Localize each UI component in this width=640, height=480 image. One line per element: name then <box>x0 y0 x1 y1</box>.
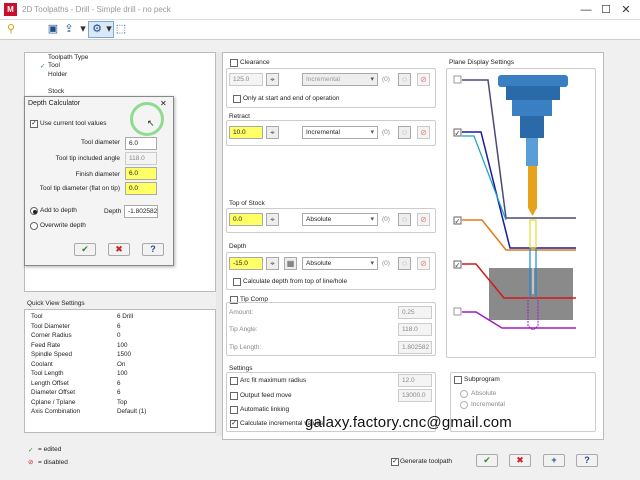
retract-group <box>226 120 436 146</box>
table-row: Axis Combination Default (1) <box>29 407 148 417</box>
clearance-group <box>226 68 436 108</box>
tool-diameter-label: Tool diameter <box>80 139 120 146</box>
settings-title: Settings <box>229 365 253 372</box>
tip-comp-group <box>226 302 436 356</box>
finish-diameter-label: Finish diameter <box>75 171 120 178</box>
depth-group <box>226 252 436 290</box>
clearance-checkbox[interactable] <box>230 59 238 67</box>
quick-view-value: 1500 <box>117 351 132 359</box>
plane-display-group <box>446 68 596 358</box>
table-row: Spindle Speed 1500 <box>29 350 148 360</box>
quick-view-key: Cplane / Tplane <box>31 398 76 406</box>
table-row: Cplane / Tplane Top <box>29 398 148 408</box>
edited-check-icon: ✓ <box>28 447 34 454</box>
quick-view-value: 6 Drill <box>117 313 134 321</box>
dialog-help-button[interactable]: ? <box>142 243 164 256</box>
finish-diameter-field[interactable]: 6.0 <box>125 167 157 180</box>
legend-disabled: = disabled <box>38 459 68 466</box>
tool-diameter-field[interactable]: 6.0 <box>125 137 157 150</box>
quick-view-key: Tool <box>31 313 43 321</box>
tree-item-stock[interactable]: Stock <box>48 88 64 95</box>
tree-item-tool[interactable]: Tool <box>48 62 60 69</box>
quick-view-key: Tool Diameter <box>31 322 70 330</box>
quick-view-value: 6 <box>117 322 121 330</box>
tree-item-holder[interactable]: Holder <box>48 71 67 78</box>
window-title: 2D Toolpaths - Drill - Simple drill - no… <box>22 5 171 14</box>
generate-toolpath-label: Generate toolpath <box>400 458 453 465</box>
table-row: Tool Length 100 <box>29 369 148 379</box>
quick-view-panel: Tool 6 Drill Tool Diameter 6 Corner Radius 0 F… <box>24 309 216 433</box>
quick-view-key: Feed Rate <box>31 341 61 349</box>
quick-view-value: 0 <box>117 332 121 340</box>
quick-view-value: 6 <box>117 379 121 387</box>
tree-item-toolpath-type[interactable]: Toolpath Type <box>48 54 88 61</box>
dialog-ok-button[interactable]: ✔ <box>74 243 96 256</box>
export-icon[interactable]: ⇪ <box>62 22 76 36</box>
edited-check-icon: ✓ <box>40 63 46 70</box>
tip-diameter-field[interactable]: 0.0 <box>125 182 157 195</box>
table-row: Diameter Offset 6 <box>29 388 148 398</box>
pin-icon[interactable]: ⚲ <box>4 22 18 36</box>
quick-view-table: Tool 6 Drill Tool Diameter 6 Corner Radius 0 F… <box>29 312 148 417</box>
save-icon[interactable]: ▣ <box>46 22 60 36</box>
depth-section-label: Depth <box>229 243 247 250</box>
quick-view-value: On <box>117 360 126 368</box>
quick-view-key: Axis Combination <box>31 408 80 416</box>
dialog-title: Depth Calculator <box>28 100 81 107</box>
maximize-button[interactable]: ☐ <box>598 2 614 18</box>
tip-angle-field[interactable]: 118.0 <box>125 152 157 165</box>
watermark-text: galaxy.factory.cnc@gmail.com <box>305 414 513 431</box>
overwrite-depth-label: Overwrite depth <box>40 222 86 229</box>
dialog-close-button[interactable]: ✕ <box>160 99 167 108</box>
legend-edited: = edited <box>38 446 62 453</box>
minimize-button[interactable]: — <box>578 2 594 18</box>
ok-button[interactable]: ✔ <box>476 454 498 467</box>
plane-display-title: Plane Display Settings <box>449 59 515 66</box>
table-row: Tool Diameter 6 <box>29 322 148 332</box>
add-button[interactable]: + <box>543 454 565 467</box>
quick-view-key: Coolant <box>31 360 53 368</box>
top-of-stock-group <box>226 208 436 233</box>
quick-view-key: Tool Length <box>31 370 64 378</box>
quick-view-key: Length Offset <box>31 379 69 387</box>
tip-diameter-label: Tool tip diameter (flat on tip) <box>39 185 120 192</box>
depth-result-field[interactable]: -1.802582 <box>124 205 158 218</box>
tip-angle-label: Tool tip included angle <box>55 155 120 162</box>
quick-view-value: 100 <box>117 341 128 349</box>
depth-label: Depth <box>104 208 122 215</box>
add-to-depth-radio[interactable] <box>30 207 38 215</box>
table-row: Tool 6 Drill <box>29 312 148 322</box>
quick-view-key: Spindle Speed <box>31 351 72 359</box>
top-of-stock-label: Top of Stock <box>229 200 265 207</box>
help-button[interactable]: ? <box>576 454 598 467</box>
disabled-icon: ⊘ <box>28 459 34 466</box>
add-to-depth-label: Add to depth <box>40 207 77 214</box>
cursor-icon: ↖ <box>147 118 155 128</box>
quick-view-value: Default (1) <box>117 408 147 416</box>
title-bar: M 2D Toolpaths - Drill - Simple drill - … <box>0 0 640 20</box>
use-current-label: Use current tool values <box>40 120 107 127</box>
quick-view-key: Diameter Offset <box>31 389 75 397</box>
table-row: Coolant On <box>29 360 148 370</box>
select-icon[interactable]: ⬚ <box>114 22 128 36</box>
app-logo-icon: M <box>4 3 17 16</box>
retract-label: Retract <box>229 113 250 120</box>
table-row: Feed Rate 100 <box>29 341 148 351</box>
use-current-checkbox[interactable]: ✓ <box>30 120 38 128</box>
clearance-label: Clearance <box>240 59 270 66</box>
table-row: Corner Radius 0 <box>29 331 148 341</box>
quick-view-value: 100 <box>117 370 128 378</box>
close-button[interactable]: ✕ <box>618 2 634 18</box>
quick-view-value: 6 <box>117 389 121 397</box>
overwrite-depth-radio[interactable] <box>30 222 38 230</box>
dialog-cancel-button[interactable]: ✖ <box>108 243 130 256</box>
generate-toolpath-checkbox[interactable]: ✓ <box>391 458 399 466</box>
quick-view-value: Top <box>117 398 128 406</box>
quick-view-key: Corner Radius <box>31 332 72 340</box>
quick-view-title: Quick View Settings <box>27 300 85 307</box>
table-row: Length Offset 6 <box>29 379 148 389</box>
cancel-button[interactable]: ✖ <box>509 454 531 467</box>
